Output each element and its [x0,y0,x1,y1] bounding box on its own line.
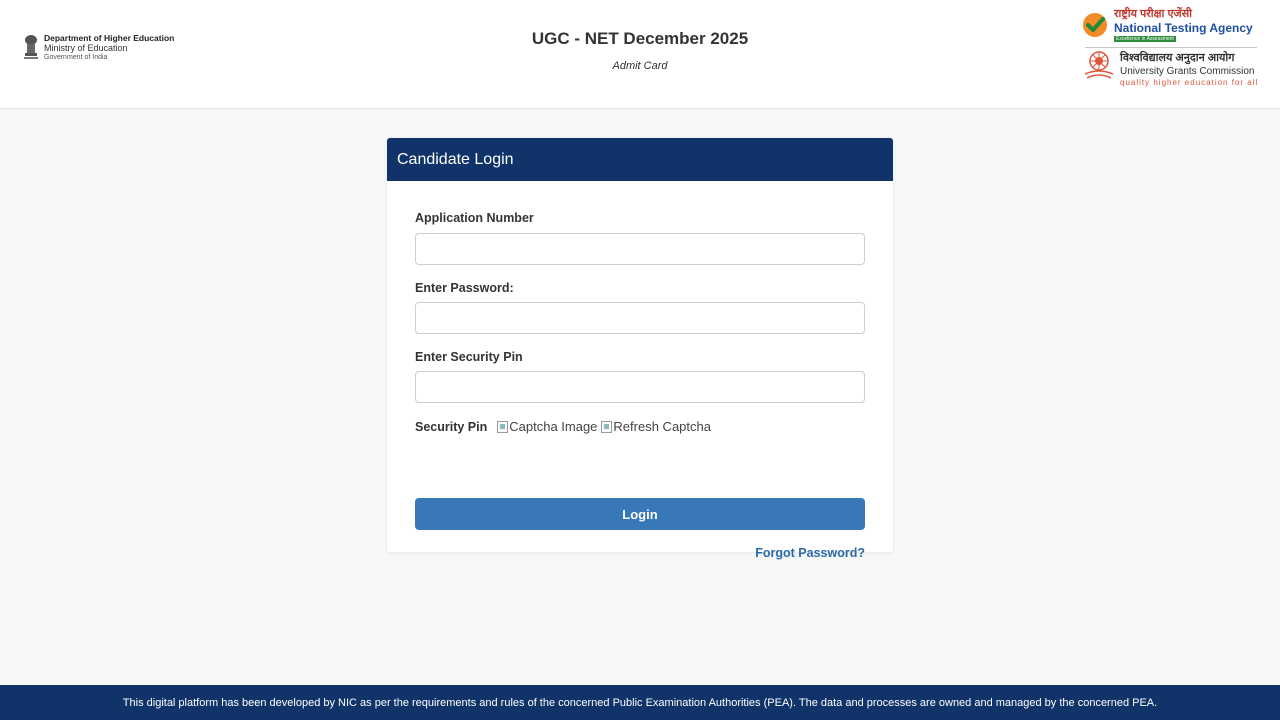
ugc-hindi-name: विश्वविद्यालय अनुदान आयोग [1120,52,1235,64]
forgot-password-link[interactable]: Forgot Password? [755,546,865,560]
captcha-row: Security Pin Captcha Image Refresh Captc… [415,419,715,434]
footer-disclaimer: This digital platform has been developed… [122,696,1158,709]
site-footer: This digital platform has been developed… [0,685,1280,720]
captcha-image-alt: Captcha Image [509,419,598,434]
logo-divider [1085,47,1257,48]
nta-checkmark-icon [1083,13,1107,37]
security-pin-input[interactable] [415,371,865,403]
refresh-captcha-alt: Refresh Captcha [613,419,711,434]
broken-image-icon [497,420,509,433]
page-title-block: UGC - NET December 2025 Admit Card [440,29,840,72]
application-number-label: Application Number [415,211,534,225]
nta-tagline: Excellence in Assessment [1114,36,1176,42]
application-number-input[interactable] [415,233,865,265]
ugc-english-name: University Grants Commission [1120,66,1255,77]
security-pin-label: Enter Security Pin [415,350,523,364]
site-header: Department of Higher Education Ministry … [0,0,1280,109]
nta-hindi-name: राष्ट्रीय परीक्षा एजेंसी [1114,8,1192,20]
moe-government: Government of India [44,54,108,61]
broken-image-icon [601,420,613,433]
moe-ministry: Ministry of Education [44,43,128,53]
page-title: UGC - NET December 2025 [531,29,749,48]
national-emblem-icon [24,35,38,59]
moe-logo: Department of Higher Education Ministry … [22,33,174,63]
nta-english-name: National Testing Agency [1114,21,1253,35]
nta-logo: राष्ट्रीय परीक्षा एजेंसी National Testin… [1082,8,1253,42]
login-card-title: Candidate Login [397,150,514,168]
page-subtitle: Admit Card [612,60,668,72]
login-button[interactable]: Login [415,498,865,530]
ugc-emblem-icon [1084,51,1114,79]
ugc-tagline: quality higher education for all [1120,78,1259,87]
password-label: Enter Password: [415,281,514,295]
login-card-header: Candidate Login [387,138,893,181]
moe-department: Department of Higher Education [44,33,175,43]
login-card: Candidate Login Application Number Enter… [387,138,893,560]
captcha-image: Captcha Image [497,419,597,434]
refresh-captcha-button[interactable]: Refresh Captcha [601,419,711,434]
ugc-logo: विश्वविद्यालय अनुदान आयोग University Gra… [1082,50,1258,88]
captcha-label: Security Pin [415,419,488,434]
password-input[interactable] [415,302,865,334]
